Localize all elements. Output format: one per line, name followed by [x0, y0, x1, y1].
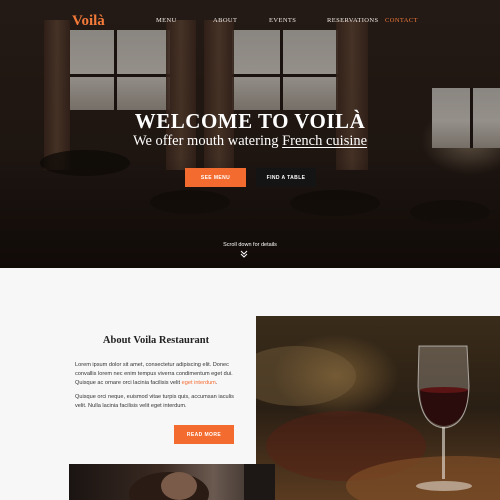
- chef-photo: [69, 464, 275, 500]
- read-more-button[interactable]: READ MORE: [174, 425, 234, 444]
- nav-item-reservations[interactable]: RESERVATIONS: [327, 17, 378, 24]
- wine-glass-photo: [256, 316, 500, 500]
- hero-title: WELCOME TO VOILÀ: [134, 109, 366, 133]
- about-paragraph-1-end: .: [215, 379, 218, 386]
- nav-item-menu[interactable]: MENU: [156, 17, 177, 24]
- about-title: About Voila Restaurant: [102, 335, 210, 346]
- about-paragraph-1-highlight: eget interdum: [181, 379, 216, 386]
- see-menu-button[interactable]: SEE MENU: [185, 168, 246, 187]
- scroll-hint: Scroll down for details: [223, 242, 277, 248]
- nav-item-events[interactable]: EVENTS: [269, 17, 296, 24]
- hero-subtitle-emphasis: French cuisine: [282, 133, 368, 149]
- wine-glass-illustration: [256, 345, 500, 500]
- chef-illustration: [129, 464, 275, 500]
- nav-item-contact[interactable]: CONTACT: [385, 17, 418, 24]
- main-nav: MENU ABOUT EVENTS RESERVATIONS CONTACT: [0, 17, 500, 29]
- chevron-double-down-icon[interactable]: [240, 250, 248, 258]
- hero-subtitle-text: We offer mouth watering: [132, 133, 283, 149]
- find-table-button[interactable]: FIND A TABLE: [256, 168, 316, 187]
- about-paragraph-2: Quisque orci neque, euismod vitae turpis…: [75, 394, 234, 409]
- hero-subtitle: We offer mouth watering French cuisine: [0, 133, 500, 150]
- about-paragraph-1: Lorem ipsum dolor sit amet, consectetur …: [75, 361, 245, 387]
- nav-item-about[interactable]: ABOUT: [213, 17, 237, 24]
- hero-section: Voilà MENU ABOUT EVENTS RESERVATIONS CON…: [0, 0, 500, 268]
